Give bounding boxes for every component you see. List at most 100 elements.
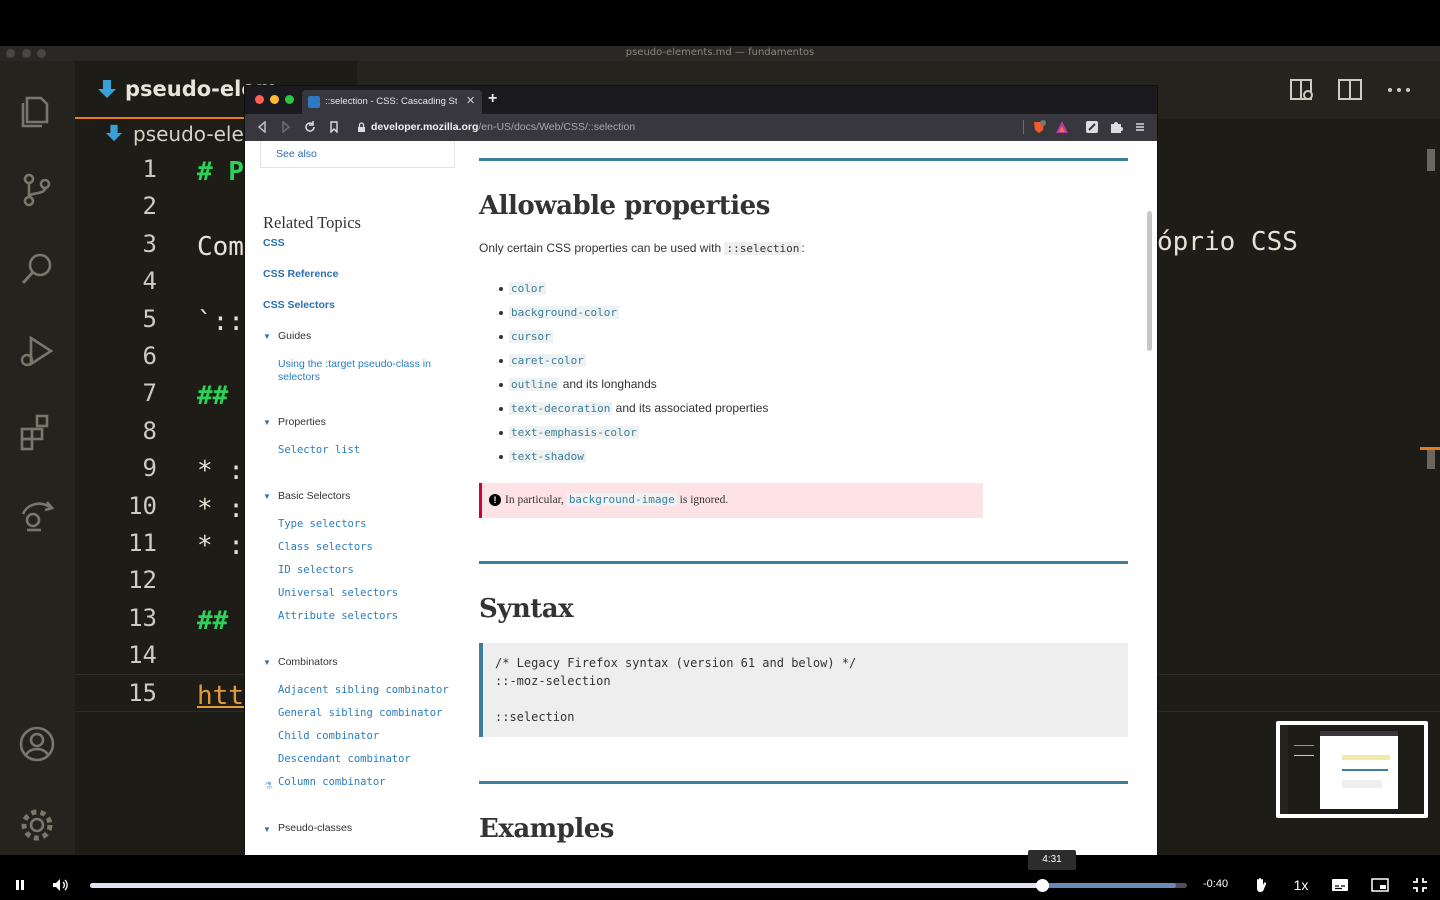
progress-bar[interactable] <box>90 883 1187 888</box>
brave-shields-icon[interactable] <box>1032 120 1046 134</box>
sidebar-section-basic-selectors[interactable]: Basic Selectors <box>278 490 350 502</box>
sidebar-section-properties[interactable]: Properties <box>278 416 326 428</box>
volume-button[interactable] <box>48 874 72 896</box>
sidebar-section-pseudo-classes[interactable]: Pseudo-classes <box>278 822 352 834</box>
files-icon <box>16 89 58 131</box>
property-suffix: and its associated properties <box>612 401 769 415</box>
note-code-link[interactable]: background-image <box>566 493 677 506</box>
captions-icon <box>1332 879 1348 891</box>
sidebar-item-child-combinator[interactable]: Child combinator <box>278 730 379 742</box>
seek-time-tooltip: 4:31 <box>1028 850 1076 870</box>
expand-triangle-icon[interactable]: ▼ <box>263 418 271 427</box>
open-preview-icon[interactable] <box>1282 74 1322 106</box>
property-suffix: and its longhands <box>559 377 657 391</box>
browser-tab-bar: ::selection - CSS: Cascading Sty ✕ + <box>245 86 1157 114</box>
sidebar-item-selector-list[interactable]: Selector list <box>278 444 360 456</box>
maximize-dot <box>285 95 294 104</box>
picture-in-picture-button[interactable] <box>1368 874 1392 896</box>
editor-scrollbar-thumb[interactable] <box>1427 149 1435 171</box>
forward-icon[interactable] <box>279 120 293 134</box>
sidebar-item-id-selectors[interactable]: ID selectors <box>278 564 354 576</box>
property-link[interactable]: text-decoration <box>509 402 613 415</box>
time-remaining: -0:40 <box>1203 878 1229 890</box>
cursor-position-marker <box>1420 447 1440 450</box>
bookmark-icon[interactable] <box>327 120 341 134</box>
sidebar-item-general-sibling[interactable]: General sibling combinator <box>278 707 442 719</box>
sidebar-item-universal-selectors[interactable]: Universal selectors <box>278 587 398 599</box>
sidebar-item-adjacent-sibling[interactable]: Adjacent sibling combinator <box>278 684 449 696</box>
sidebar-link-css[interactable]: CSS <box>263 237 285 249</box>
sidebar-link-css-reference[interactable]: CSS Reference <box>263 268 338 280</box>
list-item: caret-color <box>509 353 586 367</box>
examples-heading: Examples <box>479 814 614 844</box>
exit-fullscreen-button[interactable] <box>1408 874 1432 896</box>
back-icon[interactable] <box>255 120 269 134</box>
expand-triangle-icon[interactable]: ▼ <box>263 658 271 667</box>
note-suffix: is ignored. <box>676 494 729 506</box>
hand-raise-button[interactable] <box>1249 874 1273 896</box>
property-link[interactable]: text-emphasis-color <box>509 426 639 439</box>
expand-triangle-icon[interactable]: ▼ <box>263 492 271 501</box>
playback-speed-button[interactable]: 1x <box>1288 874 1314 896</box>
property-link[interactable]: outline <box>509 378 560 391</box>
sidebar-item-target-guide[interactable]: Using the :target pseudo-class in select… <box>278 358 448 384</box>
address-bar[interactable]: developer.mozilla.org/en-US/docs/Web/CSS… <box>349 118 1029 137</box>
code-text-fragment: óprio CSS <box>1157 227 1298 257</box>
account-icon <box>16 723 58 765</box>
line-number: 15 <box>128 678 157 707</box>
split-editor-icon[interactable] <box>1330 74 1370 106</box>
captions-button[interactable] <box>1328 874 1352 896</box>
sidebar-link-css-selectors[interactable]: CSS Selectors <box>263 299 335 311</box>
breadcrumb-label[interactable]: pseudo-elem <box>133 122 263 146</box>
vscode-titlebar: pseudo-elements.md — fundamentos <box>0 46 1440 61</box>
code-line: ## <box>197 381 244 412</box>
browser-tab[interactable]: ::selection - CSS: Cascading Sty ✕ <box>302 90 482 114</box>
settings-gear-icon <box>16 804 58 846</box>
reload-icon[interactable] <box>303 120 317 134</box>
sidebar-item-class-selectors[interactable]: Class selectors <box>278 541 373 553</box>
warning-note: ! In particular, background-image is ign… <box>479 483 983 518</box>
browser-toolbar: developer.mozilla.org/en-US/docs/Web/CSS… <box>245 114 1157 141</box>
progress-played <box>90 883 1043 888</box>
syntax-line: ::selection <box>495 710 575 724</box>
pause-button[interactable] <box>8 874 32 896</box>
property-link[interactable]: cursor <box>509 330 553 343</box>
sidebar-section-guides[interactable]: Guides <box>278 330 311 342</box>
remote-icon <box>16 493 58 535</box>
new-tab-icon[interactable]: + <box>488 91 497 107</box>
mdn-page: See also Related Topics CSS CSS Referenc… <box>245 141 1157 855</box>
property-link[interactable]: caret-color <box>509 354 586 367</box>
list-bullet <box>499 407 503 411</box>
playback-speed-label: 1x <box>1293 877 1309 893</box>
browser-menu-icon[interactable] <box>1134 120 1148 134</box>
code-line: htt <box>197 680 244 711</box>
allowable-properties-heading: Allowable properties <box>479 191 770 221</box>
warning-icon: ! <box>489 494 501 506</box>
list-item: text-shadow <box>509 449 586 463</box>
sidebar-item-attribute-selectors[interactable]: Attribute selectors <box>278 610 398 622</box>
list-item: color <box>509 281 547 295</box>
property-link[interactable]: text-shadow <box>509 450 586 463</box>
sidebar-item-descendant-combinator[interactable]: Descendant combinator <box>278 753 411 765</box>
expand-triangle-icon[interactable]: ▼ <box>263 332 271 341</box>
extensions-puzzle-icon[interactable] <box>1109 120 1123 134</box>
property-link[interactable]: background-color <box>509 306 619 319</box>
browser-scrollbar-thumb[interactable] <box>1147 211 1152 351</box>
sidebar-item-type-selectors[interactable]: Type selectors <box>278 518 367 530</box>
toc-link-see-also[interactable]: See also <box>276 148 317 160</box>
line-number: 12 <box>128 566 157 595</box>
sidebar-item-column-combinator[interactable]: Column combinator <box>278 776 385 788</box>
intro-end: : <box>801 241 805 255</box>
note-prefix: In particular, <box>505 494 567 506</box>
line-number: 6 <box>142 342 157 370</box>
expand-triangle-icon[interactable]: ▼ <box>263 825 271 834</box>
close-tab-icon[interactable]: ✕ <box>466 94 475 107</box>
line-number: 5 <box>142 304 157 333</box>
property-link[interactable]: color <box>509 282 547 295</box>
extension-edit-icon[interactable] <box>1085 120 1099 134</box>
sidebar-section-combinators[interactable]: Combinators <box>278 656 338 668</box>
related-topics-heading: Related Topics <box>263 213 361 232</box>
more-actions-icon[interactable] <box>1379 74 1419 106</box>
line-number: 8 <box>142 416 157 445</box>
brave-rewards-icon[interactable] <box>1055 120 1069 134</box>
